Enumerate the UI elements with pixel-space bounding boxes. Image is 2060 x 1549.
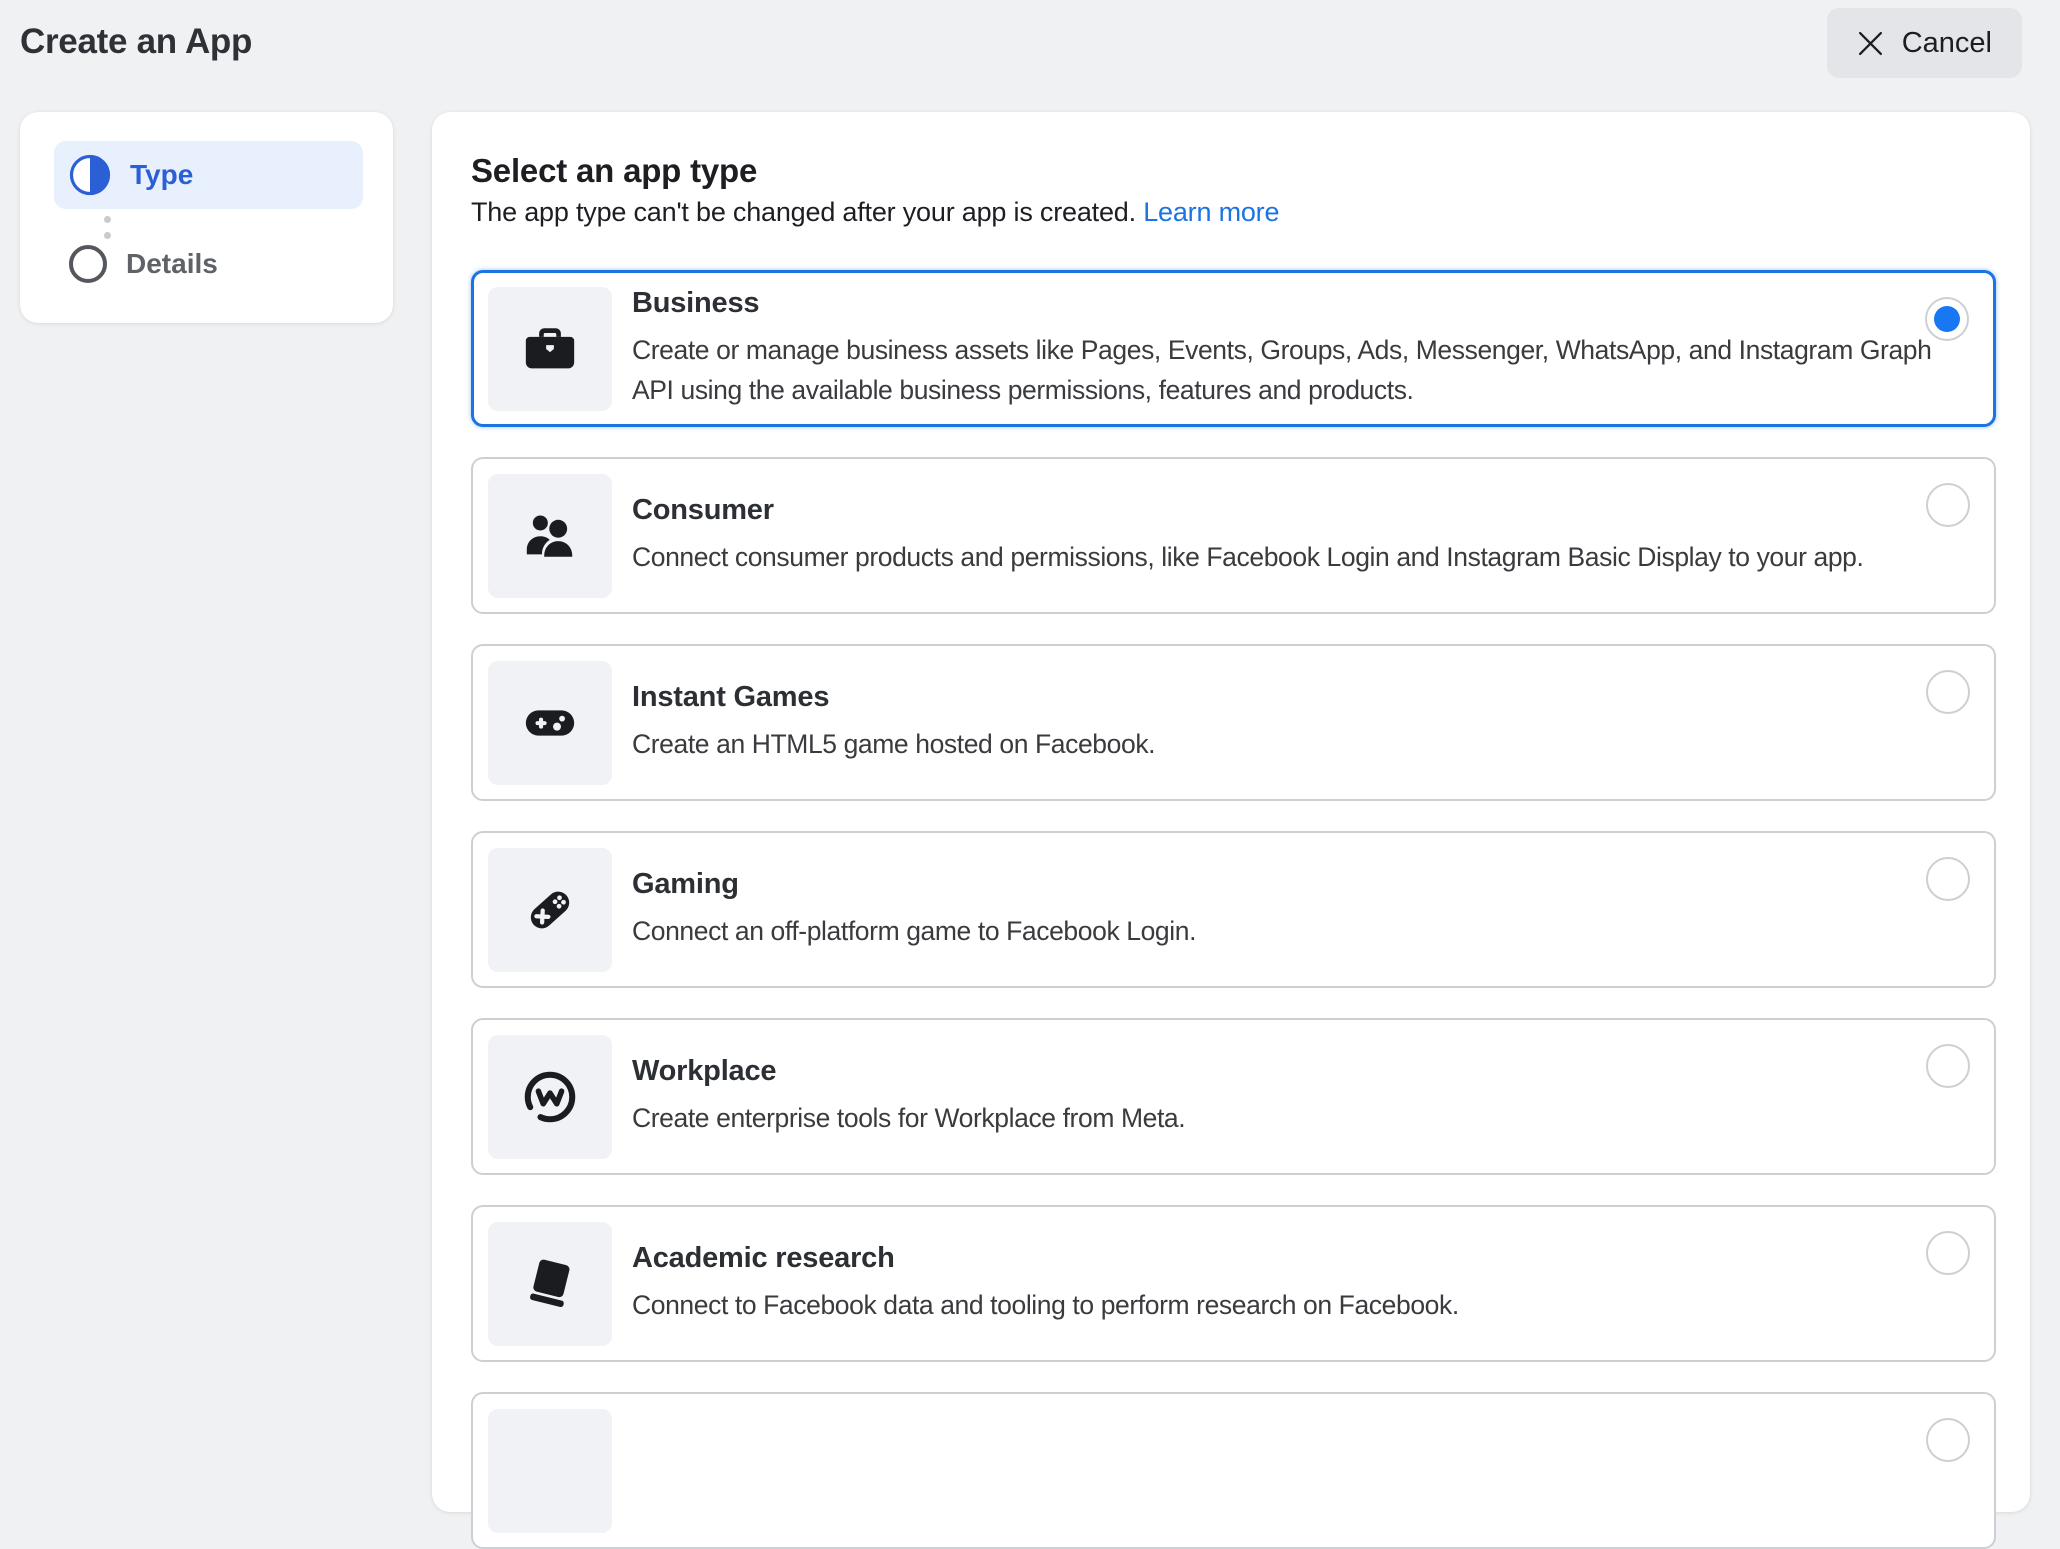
radio-business[interactable] bbox=[1925, 297, 1969, 341]
option-card-business[interactable]: Business Create or manage business asset… bbox=[471, 270, 1996, 427]
page-title: Create an App bbox=[20, 22, 253, 61]
stepper-item-details[interactable]: Details bbox=[69, 245, 393, 283]
gaming-text: Gaming Connect an off-platform game to F… bbox=[632, 868, 1974, 951]
workplace-icon-tile bbox=[488, 1034, 612, 1159]
radio-workplace[interactable] bbox=[1926, 1044, 1970, 1088]
option-card-workplace[interactable]: Workplace Create enterprise tools for Wo… bbox=[471, 1018, 1996, 1175]
book-icon bbox=[521, 1255, 579, 1313]
app-type-options: Business Create or manage business asset… bbox=[471, 270, 1996, 1549]
stepper-item-type[interactable]: Type bbox=[54, 141, 363, 209]
academic-research-text: Academic research Connect to Facebook da… bbox=[632, 1242, 1974, 1325]
option-card-gaming[interactable]: Gaming Connect an off-platform game to F… bbox=[471, 831, 1996, 988]
option-card-partial[interactable] bbox=[471, 1392, 1996, 1549]
option-title: Academic research bbox=[632, 1242, 895, 1274]
learn-more-link[interactable]: Learn more bbox=[1143, 197, 1279, 227]
option-description: Connect to Facebook data and tooling to … bbox=[632, 1290, 1459, 1320]
radio-consumer[interactable] bbox=[1926, 483, 1970, 527]
radio-gaming[interactable] bbox=[1926, 857, 1970, 901]
instant-games-icon-tile bbox=[488, 660, 612, 785]
panel-subtext: The app type can't be changed after your… bbox=[471, 194, 1996, 230]
panel-heading: Select an app type bbox=[471, 152, 758, 189]
option-card-instant-games[interactable]: Instant Games Create an HTML5 game hoste… bbox=[471, 644, 1996, 801]
subtext-body: The app type can't be changed after your… bbox=[471, 197, 1136, 227]
option-description: Create an HTML5 game hosted on Facebook. bbox=[632, 729, 1156, 759]
option-title: Business bbox=[632, 287, 760, 319]
app-type-panel: Select an app type The app type can't be… bbox=[432, 112, 2030, 1549]
gaming-icon-tile bbox=[488, 847, 612, 972]
option-description: Create enterprise tools for Workplace fr… bbox=[632, 1103, 1186, 1133]
option-title: Workplace bbox=[632, 1055, 777, 1087]
business-text: Business Create or manage business asset… bbox=[632, 287, 1973, 410]
option-card-consumer[interactable]: Consumer Connect consumer products and p… bbox=[471, 457, 1996, 614]
option-description: Connect consumer products and permission… bbox=[632, 542, 1864, 572]
option-description: Create or manage business assets like Pa… bbox=[632, 335, 1932, 405]
radio-instant-games[interactable] bbox=[1926, 670, 1970, 714]
option-title: Gaming bbox=[632, 868, 739, 900]
consumer-icon-tile bbox=[488, 473, 612, 598]
stepper-connector-dots bbox=[104, 216, 393, 239]
radio-partial[interactable] bbox=[1926, 1418, 1970, 1462]
workplace-text: Workplace Create enterprise tools for Wo… bbox=[632, 1055, 1974, 1138]
top-bar: Create an App Cancel bbox=[0, 0, 2060, 90]
option-title: Consumer bbox=[632, 494, 774, 526]
instant-games-controller-icon bbox=[521, 694, 579, 752]
business-icon-tile bbox=[488, 286, 612, 411]
consumer-text: Consumer Connect consumer products and p… bbox=[632, 494, 1974, 577]
radio-academic-research[interactable] bbox=[1926, 1231, 1970, 1275]
academic-research-icon-tile bbox=[488, 1221, 612, 1346]
stepper-label-details: Details bbox=[126, 248, 218, 279]
cancel-label: Cancel bbox=[1901, 26, 1992, 59]
option-description: Connect an off-platform game to Facebook… bbox=[632, 916, 1197, 946]
gamepad-icon bbox=[520, 880, 580, 940]
step-details-circle-icon bbox=[69, 245, 107, 283]
briefcase-icon bbox=[521, 320, 579, 378]
cancel-button[interactable]: Cancel bbox=[1826, 8, 2022, 78]
step-type-half-circle-icon bbox=[69, 154, 111, 196]
partial-icon-tile bbox=[488, 1408, 612, 1533]
stepper-label-type: Type bbox=[130, 159, 194, 190]
stepper-card: Type Details bbox=[20, 112, 393, 323]
option-title: Instant Games bbox=[632, 681, 830, 713]
option-card-academic-research[interactable]: Academic research Connect to Facebook da… bbox=[471, 1205, 1996, 1362]
people-icon bbox=[521, 507, 579, 565]
workplace-circle-w-icon bbox=[521, 1068, 579, 1126]
close-icon bbox=[1857, 30, 1884, 57]
instant-games-text: Instant Games Create an HTML5 game hoste… bbox=[632, 681, 1974, 764]
